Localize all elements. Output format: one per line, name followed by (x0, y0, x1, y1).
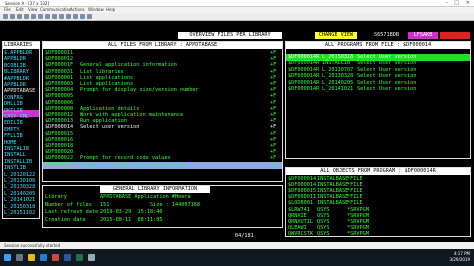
info-label: Library (45, 194, 67, 200)
alert-indicator (440, 32, 470, 39)
clock-date: 3/29/2019 (449, 257, 470, 262)
info-value: 151 (100, 201, 110, 208)
file-description: Select user version (80, 124, 140, 131)
toolbar-play-icon[interactable] (80, 14, 85, 19)
toolbar-macro-icon[interactable] (59, 14, 64, 19)
libraries-header: LIBRARIES (3, 42, 40, 49)
system-name: S6571BDB (374, 32, 399, 38)
overview-title: OVERVIEW FILES PER LIBRARY (178, 32, 282, 39)
page-counter: 04/181 (235, 233, 254, 239)
program-name[interactable]: $DF000014R (288, 86, 319, 92)
programs-header: ALL PROGRAMS FROM FILE : $DF000014 (286, 42, 470, 49)
object-name[interactable]: QWVRCSTK (288, 231, 313, 237)
start-icon[interactable] (4, 254, 11, 261)
toolbar-copy-icon[interactable] (10, 14, 15, 19)
explorer-icon[interactable] (28, 254, 35, 261)
toolbar-color-icon[interactable] (45, 14, 50, 19)
title-bar: Session A - [27 x 132] – □ ✕ (0, 0, 474, 7)
toolbar-receive-icon[interactable] (31, 14, 36, 19)
toolbar-help-icon[interactable] (87, 14, 92, 19)
terminal-screen[interactable]: OVERVIEW FILES PER LIBRARY CHANGE VIEW S… (0, 21, 474, 242)
word-icon[interactable] (64, 254, 71, 261)
minimize-button[interactable]: – (446, 0, 449, 7)
toolbar-paste-icon[interactable] (17, 14, 22, 19)
search-icon[interactable] (16, 254, 23, 261)
chrome-icon[interactable] (52, 254, 59, 261)
file-description: Prompt for file field descriptions (80, 161, 187, 168)
status-text: Session successfully started (4, 243, 61, 248)
info-value: 2019-03-29 15:18:40 (100, 209, 163, 215)
object-type: *SRVPGM (347, 230, 369, 237)
toolbar (0, 13, 474, 21)
info-label: Last refresh date (45, 209, 99, 215)
toolbar-map-icon[interactable] (52, 14, 57, 19)
edge-icon[interactable] (40, 254, 47, 261)
user-badge: LFSAKB (408, 32, 438, 39)
file-description: Prompt for display size/version number (80, 87, 199, 94)
maximize-button[interactable]: □ (454, 0, 459, 7)
change-view-button[interactable]: CHANGE VIEW (315, 32, 357, 39)
window-title: Session A - [27 x 132] (5, 1, 50, 6)
info-value: 2015-08-11 08:11:05 (100, 216, 163, 223)
toolbar-send-icon[interactable] (24, 14, 29, 19)
objects-header: ALL OBJECTS FROM PROGRAM : $DF000014R (286, 168, 470, 175)
program-library: L_20141021 (322, 86, 354, 92)
object-library: QSYS (317, 230, 330, 237)
info-extra: Size : 144007168 (150, 201, 200, 208)
info-header: GENERAL LIBRARY INFORMATION (100, 186, 210, 193)
info-value: APPDTABASE Application #Heera (100, 194, 191, 200)
system-clock: 4:17 PM 3/29/2019 (449, 251, 470, 263)
toolbar-record-icon[interactable] (66, 14, 71, 19)
toolbar-stop-icon[interactable] (73, 14, 78, 19)
info-label: Number of files (45, 201, 92, 208)
toolbar-display-icon[interactable] (38, 14, 43, 19)
file-name[interactable]: $DF000023 (45, 162, 73, 168)
files-header: ALL FILES FROM LIBRARY : APPDTABASE (43, 42, 282, 49)
terminal-app-icon[interactable] (88, 254, 95, 261)
program-description: Select User version (357, 86, 417, 92)
library-item[interactable]: L_20151102 (4, 210, 35, 216)
excel-icon[interactable] (76, 254, 83, 261)
status-bar: Session successfully started (0, 242, 474, 249)
info-label: Creation date (45, 216, 86, 223)
file-flag: +F (270, 161, 277, 168)
toolbar-print-icon[interactable] (3, 14, 8, 19)
close-button[interactable]: ✕ (466, 0, 470, 7)
taskbar: 4:17 PM 3/29/2019 (0, 249, 474, 266)
